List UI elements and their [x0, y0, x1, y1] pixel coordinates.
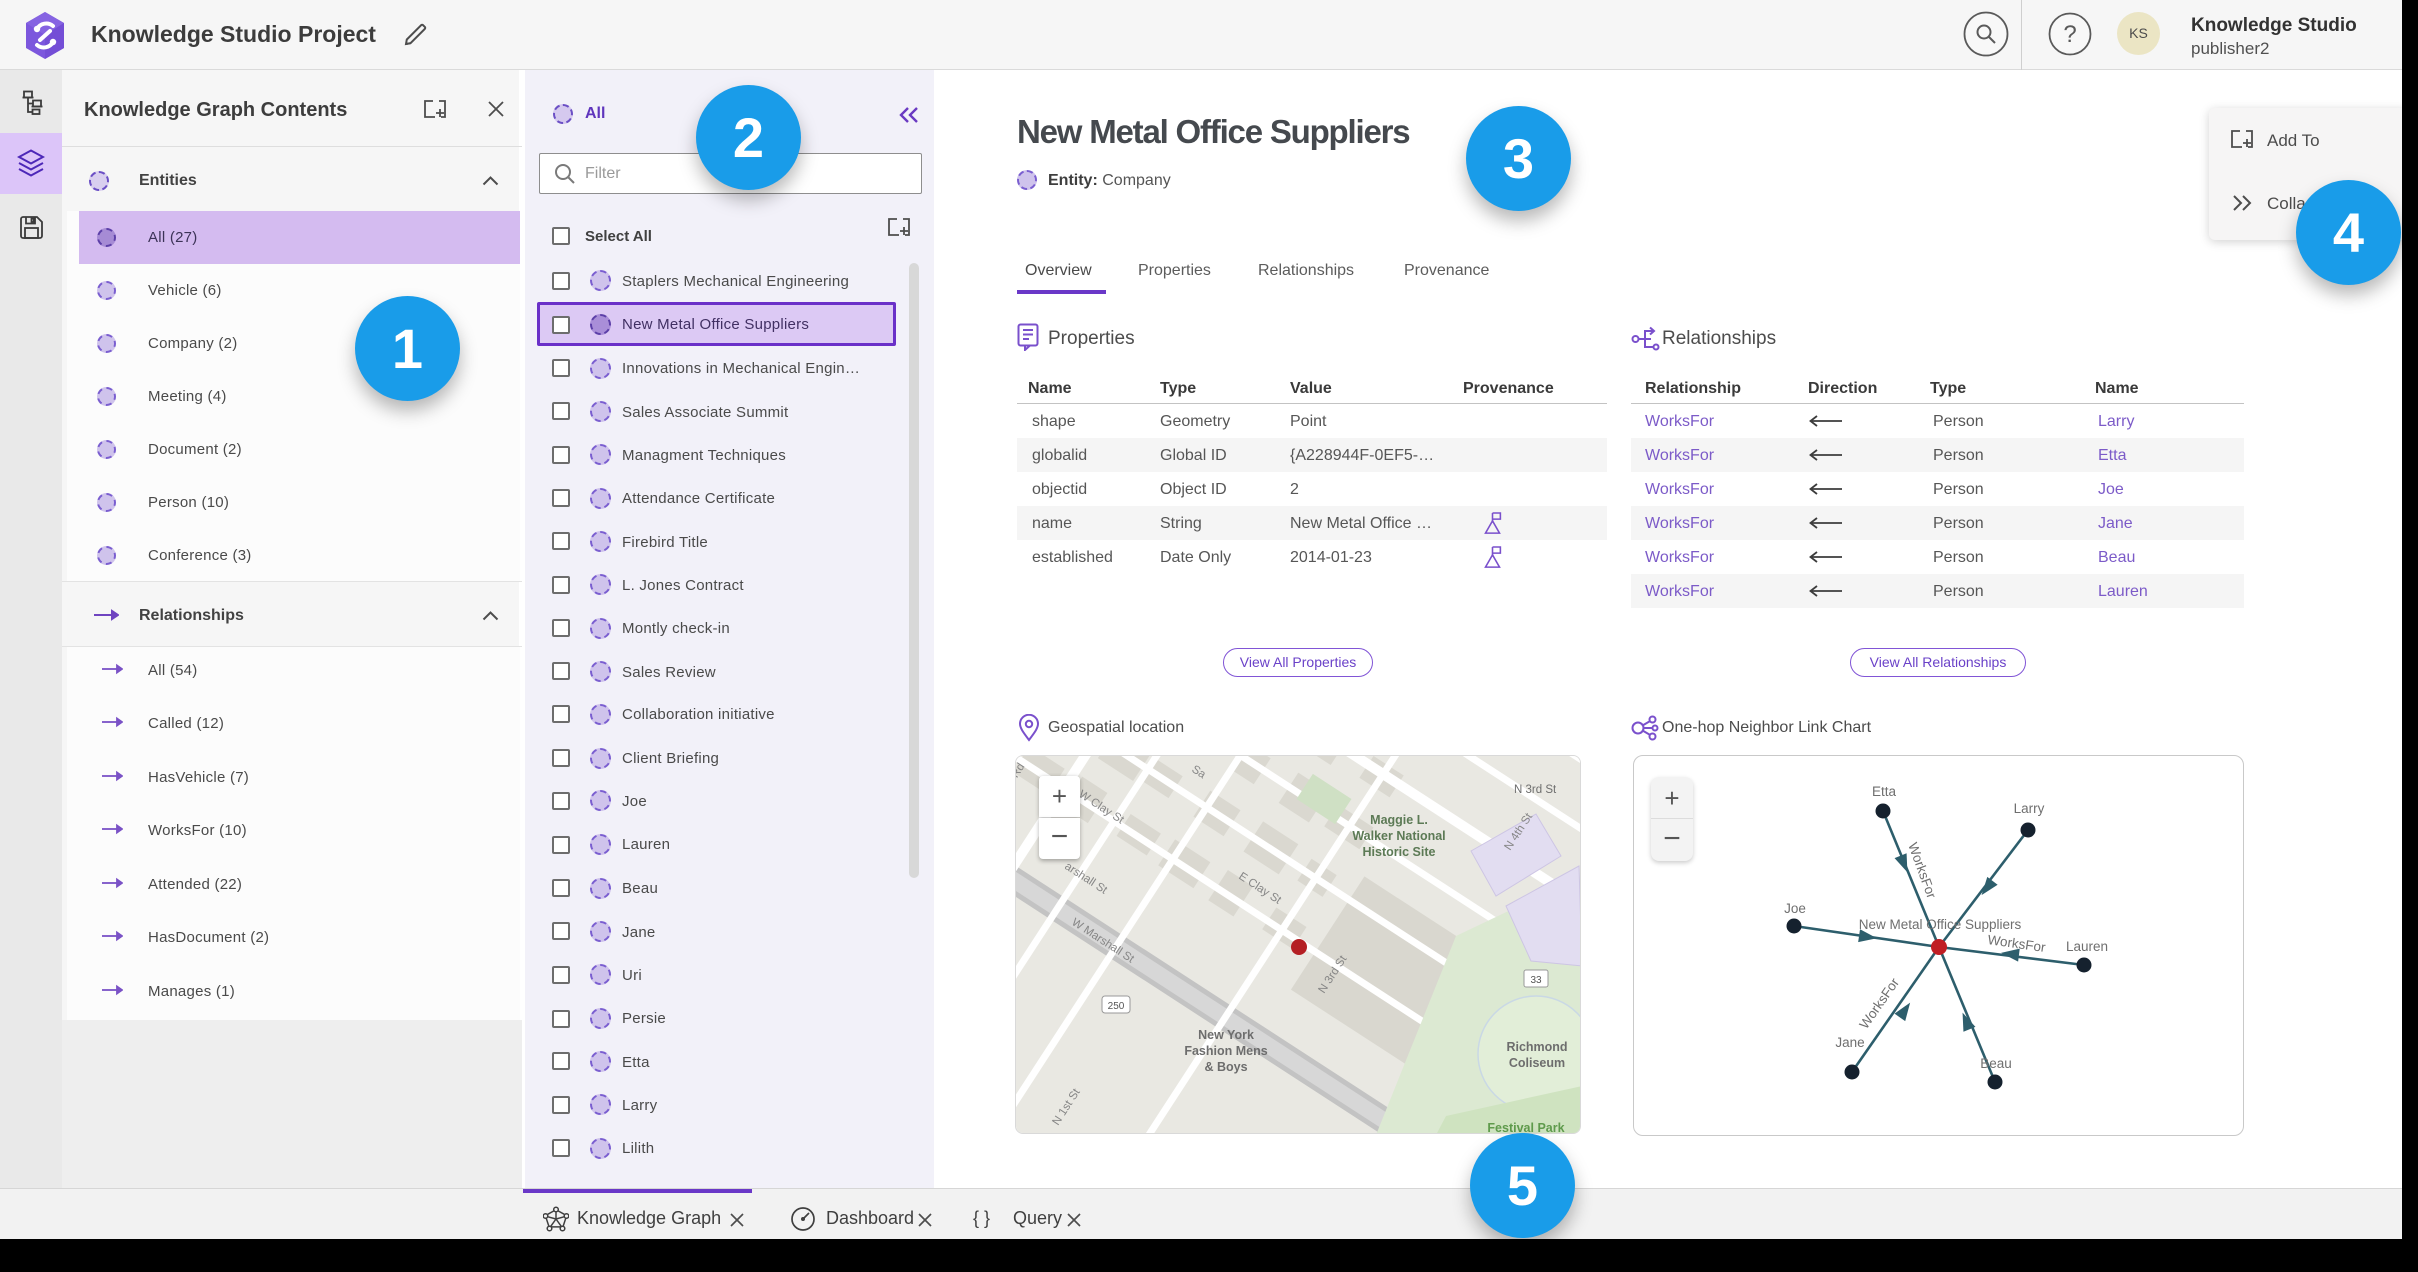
svg-text:Fashion Mens: Fashion Mens — [1184, 1044, 1267, 1058]
svg-text:Coliseum: Coliseum — [1509, 1056, 1565, 1070]
svg-text:New Metal Office Suppliers: New Metal Office Suppliers — [1859, 917, 2022, 932]
svg-text:N 3rd St: N 3rd St — [1514, 784, 1557, 796]
svg-text:WorksFor: WorksFor — [1856, 975, 1902, 1032]
svg-text:& Boys: & Boys — [1204, 1060, 1247, 1074]
svg-text:Festival Park: Festival Park — [1487, 1121, 1564, 1134]
svg-text:WorksFor: WorksFor — [1905, 841, 1939, 901]
svg-text:Larry: Larry — [2014, 801, 2045, 816]
svg-text:Historic Site: Historic Site — [1363, 845, 1436, 859]
svg-text:Richmond: Richmond — [1506, 1040, 1567, 1054]
svg-text:?: ? — [2063, 21, 2076, 48]
svg-text:Etta: Etta — [1872, 784, 1897, 799]
svg-text:Maggie L.: Maggie L. — [1370, 813, 1428, 827]
svg-text:250: 250 — [1108, 1001, 1125, 1012]
svg-text:Lauren: Lauren — [2066, 939, 2108, 954]
svg-text:33: 33 — [1530, 975, 1542, 986]
svg-text:Beau: Beau — [1980, 1056, 2012, 1071]
svg-text:Walker National: Walker National — [1352, 829, 1445, 843]
svg-text:Joe: Joe — [1784, 901, 1806, 916]
svg-text:New York: New York — [1198, 1028, 1254, 1042]
svg-text:Jane: Jane — [1835, 1035, 1864, 1050]
